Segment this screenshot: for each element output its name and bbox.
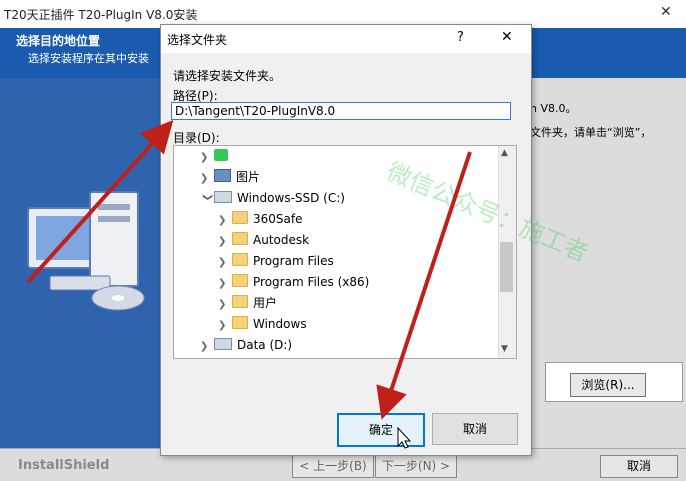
arrow-to-ok-icon: [376, 151, 472, 420]
mouse-cursor-icon: [397, 426, 412, 449]
arrow-to-path-icon: [26, 120, 174, 284]
annotation-arrows: [26, 120, 472, 449]
